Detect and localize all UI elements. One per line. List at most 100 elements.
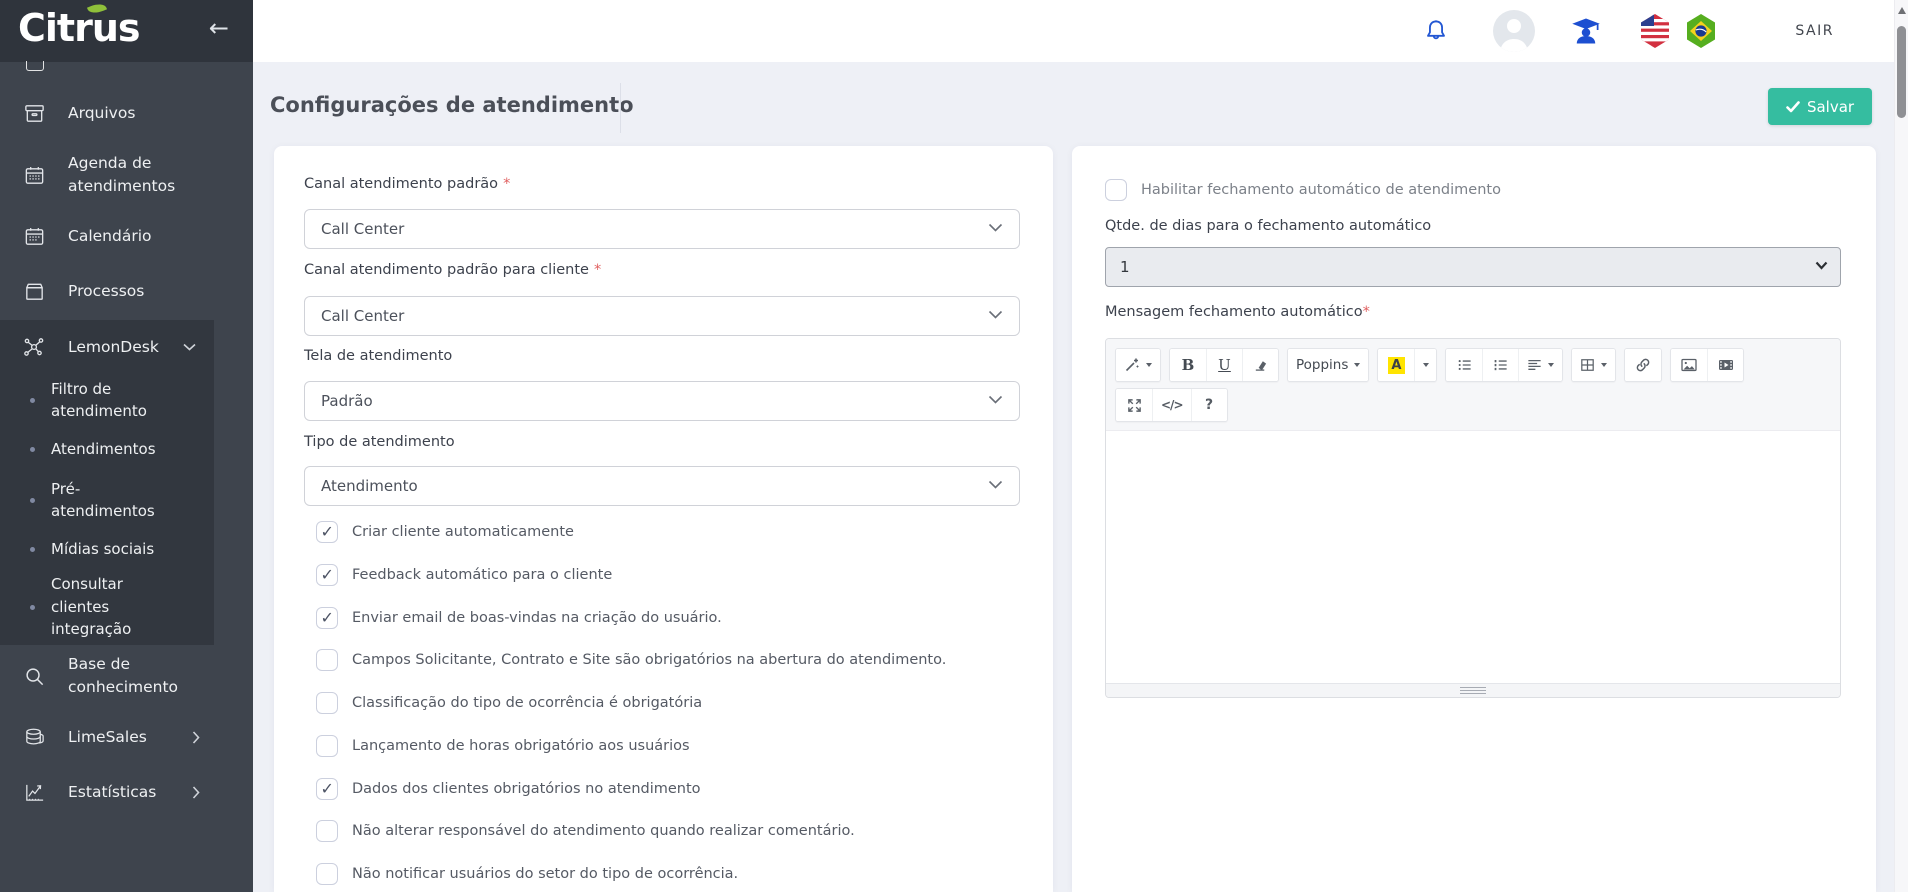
dias-fechamento-select[interactable]: 1 bbox=[1105, 247, 1841, 287]
calendar-icon bbox=[22, 225, 46, 248]
field-label: Tela de atendimento bbox=[304, 348, 457, 364]
bullet-icon bbox=[30, 398, 35, 403]
search-icon bbox=[22, 665, 46, 688]
underline-button[interactable]: U bbox=[1206, 349, 1242, 381]
processes-icon bbox=[22, 280, 46, 303]
field-label: Qtde. de dias para o fechamento automáti… bbox=[1105, 218, 1431, 234]
message-rich-text-editor: B U Poppins A bbox=[1105, 338, 1841, 698]
checkbox[interactable] bbox=[316, 735, 338, 757]
sidebar: Citrus ← Arquivos bbox=[0, 0, 253, 892]
checkbox[interactable] bbox=[316, 607, 338, 629]
app-window: SAIR Citrus ← Arquivos bbox=[0, 0, 1908, 892]
style-magic-button[interactable] bbox=[1116, 349, 1160, 381]
schedule-icon bbox=[22, 164, 46, 187]
font-family-button[interactable]: Poppins bbox=[1288, 349, 1368, 381]
app-logo: Citrus bbox=[18, 6, 140, 50]
sidebar-subitem-atendimentos[interactable]: Atendimentos bbox=[30, 436, 214, 462]
sidebar-subitem-midias-sociais[interactable]: Mídias sociais bbox=[30, 536, 214, 562]
student-icon[interactable] bbox=[1571, 16, 1601, 46]
sidebar-item-processos[interactable]: Processos bbox=[0, 278, 253, 304]
insert-link-button[interactable] bbox=[1625, 349, 1661, 381]
help-button[interactable]: ? bbox=[1191, 389, 1227, 421]
editor-resize-bar[interactable] bbox=[1106, 683, 1840, 697]
sidebar-subitem-consultar-clientes-integracao[interactable]: Consultar clientes integração bbox=[30, 574, 214, 640]
checkbox[interactable] bbox=[316, 820, 338, 842]
font-color-button[interactable]: A bbox=[1378, 349, 1414, 381]
field-label: Canal atendimento padrão* bbox=[304, 176, 510, 192]
bold-button[interactable]: B bbox=[1170, 349, 1206, 381]
sidebar-subitem-pre-atendimentos[interactable]: Pré-atendimentos bbox=[30, 477, 214, 523]
checkbox-row: Habilitar fechamento automático de atend… bbox=[1105, 179, 1501, 201]
chevron-down-icon bbox=[988, 480, 1003, 489]
sidebar-item-arquivos[interactable]: Arquivos bbox=[0, 100, 253, 126]
checkbox-row: Campos Solicitante, Contrato e Site são … bbox=[316, 649, 946, 671]
us-flag-icon[interactable] bbox=[1639, 13, 1671, 49]
title-divider bbox=[620, 83, 621, 133]
field-label: Tipo de atendimento bbox=[304, 434, 460, 450]
user-avatar[interactable] bbox=[1493, 10, 1535, 52]
check-icon bbox=[1786, 101, 1800, 113]
coins-icon bbox=[22, 726, 46, 749]
table-button[interactable] bbox=[1572, 349, 1615, 381]
clear-format-eraser-button[interactable] bbox=[1242, 349, 1278, 381]
sidebar-item-base-de-conhecimento[interactable]: Base de conhecimento bbox=[0, 653, 253, 699]
checkbox[interactable] bbox=[316, 649, 338, 671]
checkbox[interactable] bbox=[1105, 179, 1127, 201]
sidebar-collapse-arrow-icon[interactable]: ← bbox=[209, 14, 229, 42]
chevron-down-icon bbox=[988, 395, 1003, 404]
canal-atendimento-cliente-select[interactable]: Call Center bbox=[304, 296, 1020, 336]
clipped-menu-icon bbox=[26, 61, 44, 71]
checkbox[interactable] bbox=[316, 778, 338, 800]
sidebar-item-calendario[interactable]: Calendário bbox=[0, 223, 253, 249]
logo-block: Citrus ← bbox=[0, 0, 253, 62]
sidebar-subitem-filtro-de-atendimento[interactable]: Filtro de atendimento bbox=[30, 377, 214, 423]
checkbox[interactable] bbox=[316, 692, 338, 714]
font-color-caret-button[interactable] bbox=[1414, 349, 1436, 381]
sidebar-item-agenda-de-atendimentos[interactable]: Agenda de atendimentos bbox=[0, 152, 253, 198]
sidebar-item-lemondesk[interactable]: LemonDesk bbox=[0, 334, 253, 360]
sidebar-item-estatisticas[interactable]: Estatísticas bbox=[0, 779, 253, 805]
tipo-de-atendimento-select[interactable]: Atendimento bbox=[304, 466, 1020, 506]
tela-de-atendimento-select[interactable]: Padrão bbox=[304, 381, 1020, 421]
bullet-icon bbox=[30, 605, 35, 610]
insert-image-button[interactable] bbox=[1671, 349, 1707, 381]
ordered-list-button[interactable] bbox=[1482, 349, 1518, 381]
scrollbar-thumb[interactable] bbox=[1897, 26, 1906, 118]
checkbox-row: Enviar email de boas-vindas na criação d… bbox=[316, 607, 722, 629]
checkbox[interactable] bbox=[316, 863, 338, 885]
checkbox-row: Não notificar usuários do setor do tipo … bbox=[316, 863, 738, 885]
checkbox-row: Lançamento de horas obrigatório aos usuá… bbox=[316, 735, 690, 757]
insert-video-button[interactable] bbox=[1707, 349, 1743, 381]
hub-icon bbox=[22, 335, 46, 359]
editor-content-area[interactable] bbox=[1106, 431, 1840, 683]
field-label: Canal atendimento padrão para cliente* bbox=[304, 262, 601, 278]
canal-atendimento-padrao-select[interactable]: Call Center bbox=[304, 209, 1020, 249]
sidebar-item-limesales[interactable]: LimeSales bbox=[0, 724, 253, 750]
resize-grip-icon bbox=[1460, 687, 1486, 694]
checkbox-row: Dados dos clientes obrigatórios no atend… bbox=[316, 778, 701, 800]
paragraph-align-button[interactable] bbox=[1518, 349, 1562, 381]
notification-bell-icon[interactable] bbox=[1423, 17, 1449, 45]
unordered-list-button[interactable] bbox=[1446, 349, 1482, 381]
field-label: Mensagem fechamento automático* bbox=[1105, 304, 1370, 320]
fullscreen-button[interactable] bbox=[1116, 389, 1152, 421]
editor-toolbar: B U Poppins A bbox=[1106, 339, 1840, 431]
checkbox-row: Criar cliente automaticamente bbox=[316, 521, 574, 543]
chevron-down-icon bbox=[1815, 261, 1828, 270]
top-header: SAIR bbox=[253, 0, 1894, 62]
checkbox-row: Feedback automático para o cliente bbox=[316, 564, 612, 586]
chart-icon bbox=[22, 781, 46, 804]
archive-icon bbox=[22, 102, 46, 125]
settings-form-panel: Canal atendimento padrão* Call Center Ca… bbox=[274, 146, 1053, 892]
page-title: Configurações de atendimento bbox=[270, 93, 634, 117]
brazil-flag-icon[interactable] bbox=[1685, 13, 1717, 49]
logout-button[interactable]: SAIR bbox=[1795, 23, 1834, 39]
chevron-down-icon bbox=[988, 310, 1003, 319]
checkbox[interactable] bbox=[316, 521, 338, 543]
save-button[interactable]: Salvar bbox=[1768, 88, 1872, 125]
main-scrollbar[interactable] bbox=[1894, 0, 1908, 892]
auto-close-panel: Habilitar fechamento automático de atend… bbox=[1072, 146, 1876, 892]
checkbox[interactable] bbox=[316, 564, 338, 586]
scroll-up-arrow-icon[interactable] bbox=[1898, 7, 1906, 14]
code-view-button[interactable]: </> bbox=[1152, 389, 1191, 421]
